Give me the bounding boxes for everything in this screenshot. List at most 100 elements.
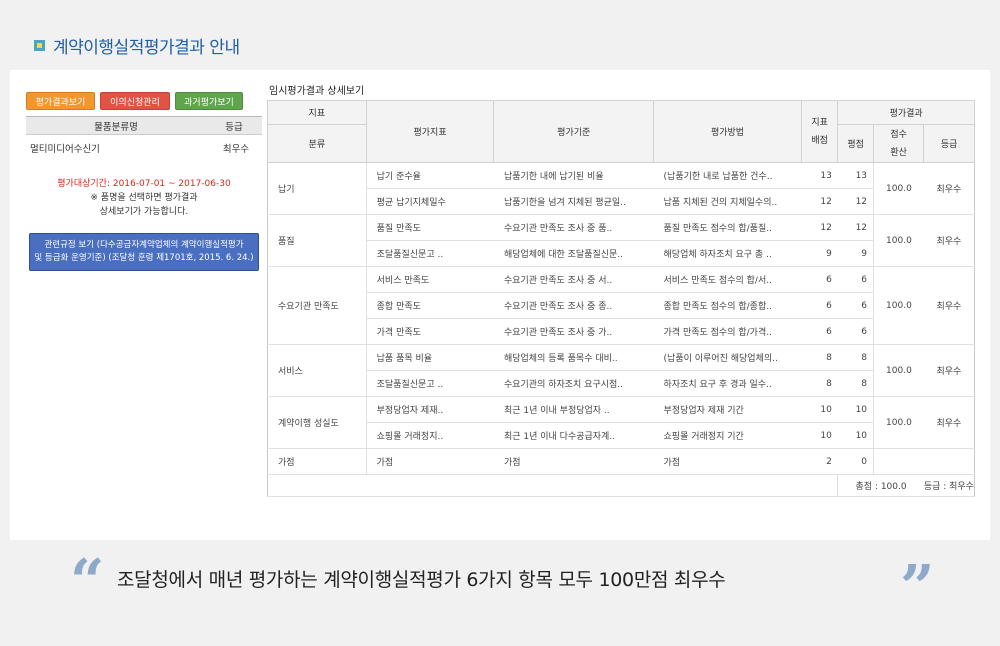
total-row: 총점 : 100.0 등급 : 최우수 — [267, 474, 975, 497]
left-sidebar: 평가결과보기 이의신청관리 과거평가보기 물품분류명 등급 멀티미디어수신기 최… — [26, 92, 262, 271]
points-cell: 8 — [837, 344, 874, 371]
rules-link-button[interactable]: 관련규정 보기 (다수공급자계약업체의 계약이행실적평가 및 등급화 운영기준)… — [29, 232, 259, 271]
points-cell: 10 — [837, 422, 874, 449]
grade-cell — [923, 448, 975, 475]
button-group: 평가결과보기 이의신청관리 과거평가보기 — [26, 92, 262, 110]
indicator-cell: 품질 만족도 — [366, 214, 494, 241]
results-title: 임시평가결과 상세보기 — [269, 86, 365, 97]
points-cell: 10 — [837, 396, 874, 423]
grade-cell: 최우수 — [923, 396, 975, 449]
criterion-cell: 납품기한을 넘겨 지체된 평균일.. — [493, 188, 654, 215]
allocation-cell: 6 — [801, 292, 838, 319]
indicator-cell: 조달품질신문고 .. — [366, 240, 494, 267]
indicator-cell: 납품 품목 비율 — [366, 344, 494, 371]
allocation-cell: 6 — [801, 318, 838, 345]
result-row: 쇼핑몰 거래정지.. 최근 1년 이내 다수공급자계.. 쇼핑몰 거래정지 기간 10… — [268, 422, 975, 449]
converted-score-cell — [873, 448, 924, 475]
objection-button[interactable]: 이의신청관리 — [100, 92, 170, 110]
criterion-cell: 납품기한 내에 납기된 비율 — [493, 162, 654, 189]
method-cell: 부정당업자 제재 기간 — [653, 396, 802, 423]
criterion-cell: 해당업체에 대한 조달품질신문.. — [493, 240, 654, 267]
grade-header: 등급 — [206, 116, 262, 135]
allocation-cell: 9 — [801, 240, 838, 267]
view-results-button[interactable]: 평가결과보기 — [26, 92, 95, 110]
method-cell: (납품이 이루어진 해당업체의.. — [653, 344, 802, 371]
indicator-cell: 종합 만족도 — [366, 292, 494, 319]
rules-line-2: 및 등급화 운영기준) (조달청 훈령 제1701호, 2015. 6. 24.… — [34, 252, 254, 263]
note-line-1: ※ 품명을 선택하면 평가결과 — [90, 192, 198, 203]
indicator-header: 지표 — [267, 100, 367, 125]
converted-score-cell: 100.0 — [873, 162, 924, 215]
allocation-cell: 10 — [801, 396, 838, 423]
method-cell: 하자조치 요구 후 경과 일수.. — [653, 370, 802, 397]
category-row[interactable]: 멀티미디어수신기 최우수 — [26, 135, 262, 161]
method-header: 평가방법 — [653, 100, 802, 163]
category-cell: 품질 — [267, 214, 367, 267]
category-table: 물품분류명 등급 멀티미디어수신기 최우수 — [26, 116, 262, 161]
indicator-cell: 평균 납기지체일수 — [366, 188, 494, 215]
allocation-cell: 10 — [801, 422, 838, 449]
indicator-cell: 가점 — [366, 448, 494, 475]
result-row: 가점 가점 가점 가점 2 0 — [267, 448, 975, 475]
allocation-cell: 6 — [801, 266, 838, 293]
criterion-cell: 가점 — [493, 448, 654, 475]
result-row: 계약이행 성실도 부정당업자 제재.. 최근 1년 이내 부정당업자 .. 부정당업자… — [267, 396, 975, 449]
period-label: 평가대상기간: 2016-07-01 ~ 2017-06-30 — [57, 178, 231, 189]
category-cell: 납기 — [267, 162, 367, 215]
method-cell: 쇼핑몰 거래정지 기간 — [653, 422, 802, 449]
result-row: 평균 납기지체일수 납품기한을 넘겨 지체된 평균일.. 납품 지체된 건의 지체일… — [268, 188, 975, 215]
points-cell: 13 — [837, 162, 874, 189]
category-header: 물품분류명 — [26, 116, 206, 135]
allocation-cell: 12 — [801, 214, 838, 241]
category-cell: 서비스 — [267, 344, 367, 397]
result-row: 종합 만족도 수요기관 만족도 조사 중 종.. 종합 만족도 점수의 합/종합..… — [268, 292, 975, 319]
total-score: 총점 : 100.0 — [837, 474, 924, 497]
indicator-cell: 쇼핑몰 거래정지.. — [366, 422, 494, 449]
allocation-cell: 12 — [801, 188, 838, 215]
converted-score-header: 점수 환산 — [873, 124, 925, 163]
method-cell: 서비스 만족도 점수의 합/서.. — [653, 266, 802, 293]
open-quote-icon: “ — [70, 547, 105, 617]
method-cell: 가격 만족도 점수의 합/가격.. — [653, 318, 802, 345]
method-cell: (납품기한 내로 납품한 건수.. — [653, 162, 802, 189]
points-cell: 8 — [837, 370, 874, 397]
result-row: 수요기관 만족도 서비스 만족도 수요기관 만족도 조사 중 서.. 서비스 만족도 … — [267, 266, 975, 345]
indicator-cell: 부정당업자 제재.. — [366, 396, 494, 423]
method-cell: 종합 만족도 점수의 합/종합.. — [653, 292, 802, 319]
period-info: 평가대상기간: 2016-07-01 ~ 2017-06-30 ※ 품명을 선택… — [26, 177, 262, 219]
result-row: 조달품질신문고 .. 해당업체에 대한 조달품질신문.. 해당업체 하자조치 요구 … — [268, 240, 975, 267]
category-cell: 계약이행 성실도 — [267, 396, 367, 449]
past-evaluation-button[interactable]: 과거평가보기 — [175, 92, 243, 110]
rules-line-1: 관련규정 보기 (다수공급자계약업체의 계약이행실적평가 — [44, 239, 244, 250]
converted-score-cell: 100.0 — [873, 266, 924, 345]
page-header: 계약이행실적평가결과 안내 — [34, 33, 240, 58]
eval-indicator-header: 평가지표 — [365, 100, 495, 163]
allocation-header: 지표 배점 — [800, 100, 839, 163]
converted-score-cell: 100.0 — [873, 214, 924, 267]
category-name[interactable]: 멀티미디어수신기 — [26, 135, 206, 161]
criterion-cell: 수요기관 만족도 조사 중 서.. — [493, 266, 654, 293]
grade-cell: 최우수 — [923, 266, 975, 345]
category-cell: 가점 — [267, 448, 367, 475]
total-spacer — [267, 474, 839, 497]
points-cell: 12 — [837, 214, 874, 241]
grade-cell: 최우수 — [923, 344, 975, 397]
square-bullet-icon — [34, 40, 45, 51]
criterion-cell: 수요기관 만족도 조사 중 품.. — [493, 214, 654, 241]
grade-col-header: 등급 — [923, 124, 975, 163]
close-quote-icon: ” — [900, 553, 935, 623]
result-row: 서비스 납품 품목 비율 해당업체의 등록 품목수 대비.. (납품이 이루어진 해당… — [267, 344, 975, 397]
points-cell: 6 — [837, 266, 874, 293]
points-cell: 9 — [837, 240, 874, 267]
grade-cell: 최우수 — [923, 214, 975, 267]
criterion-cell: 수요기관의 하자조치 요구시점.. — [493, 370, 654, 397]
method-cell: 가점 — [653, 448, 802, 475]
content-panel: 평가결과보기 이의신청관리 과거평가보기 물품분류명 등급 멀티미디어수신기 최… — [10, 70, 990, 540]
quote-banner: “ 조달청에서 매년 평가하는 계약이행실적평가 6가지 항목 모두 100만점… — [0, 547, 1000, 623]
grade-cell: 최우수 — [923, 162, 975, 215]
points-cell: 12 — [837, 188, 874, 215]
criterion-cell: 수요기관 만족도 조사 중 종.. — [493, 292, 654, 319]
criterion-header: 평가기준 — [493, 100, 655, 163]
category-cell: 수요기관 만족도 — [267, 266, 367, 345]
result-row: 품질 품질 만족도 수요기관 만족도 조사 중 품.. 품질 만족도 점수의 합/품질… — [267, 214, 975, 267]
